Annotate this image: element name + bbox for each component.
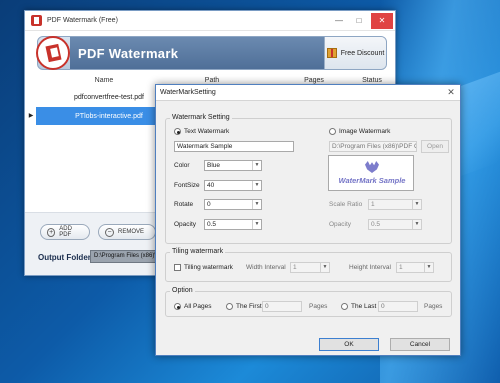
close-icon[interactable]: ✕: [371, 12, 393, 29]
option-group: Option All Pages The First 0 Pages The L…: [165, 287, 452, 317]
maximize-icon[interactable]: □: [351, 13, 367, 29]
image-watermark-radio[interactable]: [329, 128, 336, 135]
add-pdf-button[interactable]: + ADD PDF: [40, 224, 90, 240]
output-folder-input[interactable]: D:\Program Files (x86)\: [90, 250, 156, 263]
fontsize-value: 40: [207, 182, 215, 189]
image-opacity-label: Opacity: [329, 221, 352, 228]
text-watermark-radio[interactable]: [174, 128, 181, 135]
image-opacity-select[interactable]: 0.5 ▼: [368, 219, 422, 230]
height-interval-value: 1: [399, 264, 403, 271]
rotate-label: Rotate: [174, 201, 194, 208]
watermark-setting-dialog: WaterMarkSetting ✕ Watermark Setting Tex…: [155, 84, 461, 356]
opacity-value: 0.5: [207, 221, 217, 228]
chevron-down-icon: ▼: [412, 200, 421, 209]
ok-button[interactable]: OK: [319, 338, 379, 351]
open-image-button[interactable]: Open: [421, 140, 449, 153]
fontsize-label: FontSize: [174, 182, 200, 189]
group-label-watermark-setting: Watermark Setting: [170, 114, 232, 121]
pages-label-last: Pages: [424, 303, 443, 310]
text-watermark-label: Text Watermark: [184, 128, 230, 135]
color-value: Blue: [207, 162, 221, 169]
chevron-down-icon: ▼: [412, 220, 421, 229]
the-last-radio[interactable]: [341, 303, 348, 310]
bottom-panel: [25, 212, 155, 275]
remove-button[interactable]: − REMOVE: [98, 224, 156, 240]
height-interval-select[interactable]: 1 ▼: [396, 262, 434, 273]
app-logo-icon: [31, 15, 42, 26]
free-discount-button[interactable]: Free Discount: [324, 37, 386, 69]
scale-ratio-label: Scale Ratio: [329, 201, 363, 208]
chevron-down-icon: ▼: [252, 181, 261, 190]
the-first-label: The First: [236, 303, 262, 310]
height-interval-label: Height Interval: [349, 264, 391, 271]
scale-ratio-value: 1: [371, 201, 375, 208]
watermark-preview: WaterMark Sample: [328, 155, 414, 191]
tiling-watermark-label: Tilling watermark: [184, 264, 233, 271]
tiling-watermark-group: Tiling watermark Tilling watermark Width…: [165, 248, 452, 282]
main-titlebar: PDF Watermark (Free) — □ ✕: [25, 11, 395, 31]
chevron-down-icon: ▼: [320, 263, 329, 272]
the-first-input[interactable]: 0: [262, 301, 302, 312]
group-label-tiling: Tiling watermark: [170, 248, 226, 255]
column-header-name[interactable]: Name: [26, 77, 152, 89]
minus-icon: −: [105, 227, 114, 237]
image-path-input[interactable]: D:\Program Files (x86)\PDF Co: [329, 141, 417, 152]
chevron-down-icon: ▼: [252, 161, 261, 170]
image-watermark-label: Image Watermark: [339, 128, 391, 135]
color-label: Color: [174, 162, 190, 169]
window-controls: — □ ✕: [329, 12, 395, 29]
watermark-setting-group: Watermark Setting Text Watermark Image W…: [165, 114, 452, 244]
width-interval-label: Width Interval: [246, 264, 286, 271]
window-title: PDF Watermark (Free): [47, 17, 118, 24]
chevron-down-icon: ▼: [424, 263, 433, 272]
banner-title-area: PDF Watermark: [70, 37, 324, 69]
minimize-icon[interactable]: —: [331, 13, 347, 29]
plus-icon: +: [47, 227, 56, 237]
tiling-watermark-checkbox[interactable]: [174, 264, 181, 271]
color-select[interactable]: Blue ▼: [204, 160, 262, 171]
fontsize-select[interactable]: 40 ▼: [204, 180, 262, 191]
width-interval-value: 1: [293, 264, 297, 271]
bat-logo-icon: [365, 161, 379, 173]
free-discount-label: Free Discount: [340, 49, 385, 57]
pdf-watermark-logo-icon: [36, 36, 70, 70]
dialog-close-icon[interactable]: ✕: [442, 85, 460, 100]
chevron-down-icon: ▼: [252, 200, 261, 209]
the-last-label: The Last: [351, 303, 377, 310]
chevron-down-icon: ▼: [252, 220, 261, 229]
the-first-radio[interactable]: [226, 303, 233, 310]
pages-label-first: Pages: [309, 303, 328, 310]
rotate-select[interactable]: 0 ▼: [204, 199, 262, 210]
dialog-title: WaterMarkSetting: [160, 89, 216, 96]
row-selector-arrow-icon: ▶: [26, 107, 36, 125]
width-interval-select[interactable]: 1 ▼: [290, 262, 330, 273]
opacity-select[interactable]: 0.5 ▼: [204, 219, 262, 230]
remove-label: REMOVE: [118, 229, 145, 235]
image-opacity-value: 0.5: [371, 221, 381, 228]
file-name: PTlobs-interactive.pdf: [75, 112, 143, 120]
watermark-text-input[interactable]: Watermark Sample: [174, 141, 294, 152]
opacity-label: Opacity: [174, 221, 197, 228]
output-folder-label: Output Folder: [38, 253, 91, 262]
banner-title: PDF Watermark: [78, 45, 179, 61]
group-label-option: Option: [170, 287, 195, 294]
scale-ratio-select[interactable]: 1 ▼: [368, 199, 422, 210]
dialog-titlebar: WaterMarkSetting ✕: [156, 85, 460, 101]
app-banner: PDF Watermark Free Discount: [36, 36, 387, 70]
cancel-button[interactable]: Cancel: [390, 338, 450, 351]
gift-icon: [326, 48, 337, 58]
all-pages-radio[interactable]: [174, 303, 181, 310]
the-last-input[interactable]: 0: [378, 301, 418, 312]
add-pdf-label: ADD PDF: [59, 226, 72, 238]
all-pages-label: All Pages: [184, 303, 212, 310]
watermark-preview-text: WaterMark Sample: [338, 176, 406, 185]
file-name: pdfconvertfree-test.pdf: [73, 93, 145, 101]
rotate-value: 0: [207, 201, 211, 208]
